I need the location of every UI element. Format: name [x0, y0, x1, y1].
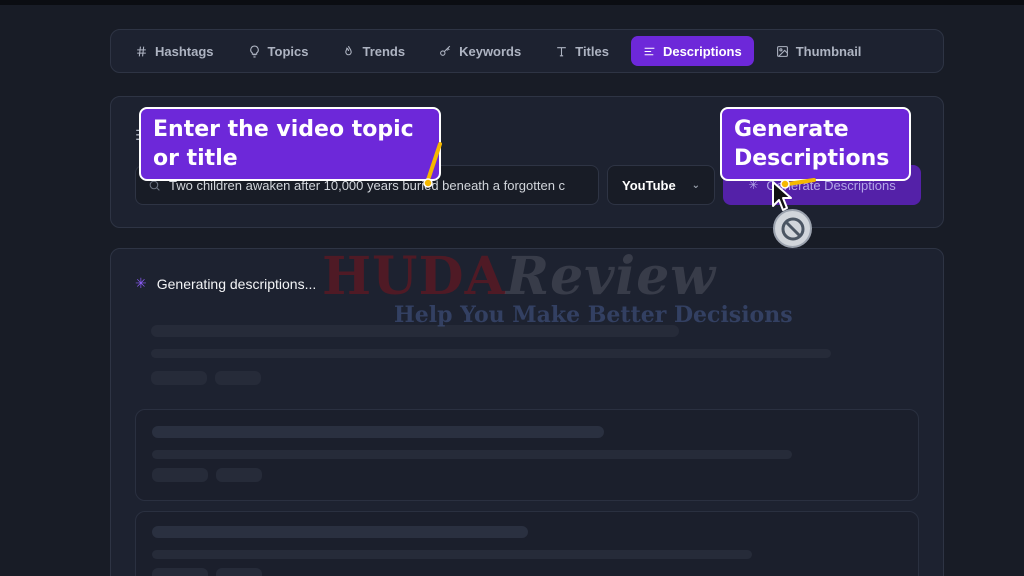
skeleton-tag — [152, 568, 208, 576]
tab-topics[interactable]: Topics — [236, 36, 321, 66]
topic-callout: Enter the video topic or title — [139, 107, 441, 181]
watermark-brand-a: HUDA — [322, 246, 506, 307]
skeleton-tag — [216, 468, 262, 482]
skeleton-result-card — [135, 511, 919, 576]
tab-label: Hashtags — [155, 43, 214, 59]
skeleton-tag — [151, 371, 207, 385]
tab-thumbnail[interactable]: Thumbnail — [764, 36, 874, 66]
tab-label: Titles — [575, 43, 609, 59]
tab-hashtags[interactable]: Hashtags — [123, 36, 226, 66]
skeleton-tag — [152, 468, 208, 482]
tab-titles[interactable]: Titles — [543, 36, 621, 66]
watermark-brand: HUDAReview — [322, 246, 716, 307]
tab-label: Descriptions — [662, 43, 742, 59]
watermark-tagline: Help You Make Better Decisions — [394, 302, 793, 328]
tool-tabs: Hashtags Topics Trends Keywords Titles D… — [110, 29, 944, 73]
tab-label: Thumbnail — [795, 43, 862, 59]
skeleton-result-card — [135, 409, 919, 501]
flame-icon — [345, 45, 353, 55]
skeleton-line — [152, 550, 752, 559]
watermark-brand-b: Review — [505, 246, 717, 307]
status-text: Generating descriptions... — [156, 275, 317, 292]
skeleton-tag — [215, 371, 261, 385]
spinner-icon: ✳ — [135, 275, 147, 291]
skeleton-line — [151, 349, 831, 358]
type-icon — [557, 46, 567, 56]
tab-label: Keywords — [459, 43, 522, 59]
tab-keywords[interactable]: Keywords — [427, 36, 533, 66]
skeleton-line — [152, 426, 604, 438]
tab-descriptions[interactable]: Descriptions — [630, 36, 754, 66]
top-edge — [0, 0, 1024, 5]
tab-label: Trends — [362, 43, 406, 59]
skeleton-line — [152, 450, 792, 459]
generate-callout: Generate Descriptions — [720, 107, 911, 181]
tab-label: Topics — [267, 43, 309, 59]
chevron-down-icon: ⌄ — [691, 179, 700, 191]
generating-status: ✳ Generating descriptions... — [135, 275, 316, 292]
skeleton-line — [152, 526, 528, 538]
platform-value: YouTube — [622, 177, 676, 193]
callout-pointer-icon — [423, 142, 442, 188]
skeleton-tag — [216, 568, 262, 576]
mouse-cursor-icon — [772, 181, 792, 211]
lightbulb-icon — [249, 45, 259, 57]
not-allowed-icon — [773, 209, 812, 248]
hash-icon — [137, 46, 146, 56]
tab-trends[interactable]: Trends — [330, 36, 417, 66]
platform-select[interactable]: YouTube ⌄ — [607, 165, 715, 205]
key-icon — [440, 45, 451, 56]
image-icon — [776, 45, 788, 57]
align-left-icon — [644, 47, 655, 55]
